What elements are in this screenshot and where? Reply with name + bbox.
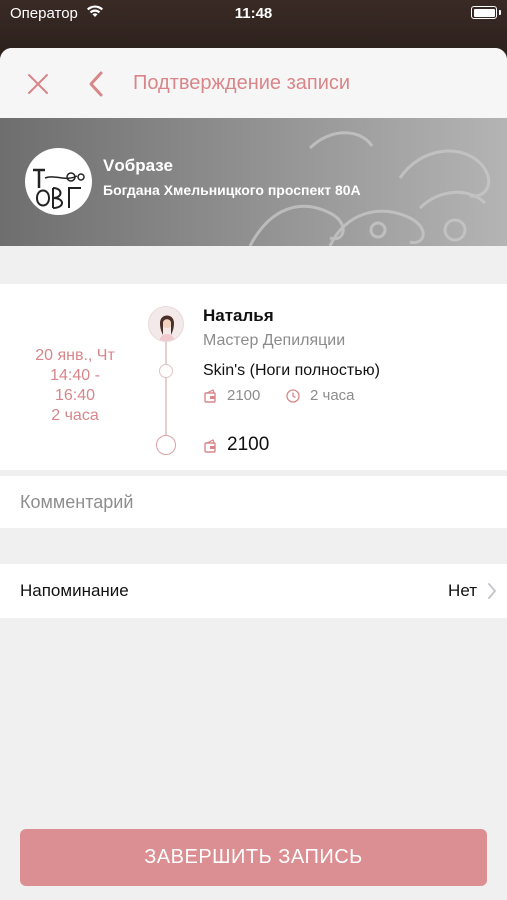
page-title: Подтверждение записи — [133, 72, 351, 94]
reminder-row[interactable]: Напоминание Нет — [0, 564, 507, 618]
close-icon[interactable] — [26, 72, 50, 96]
logo-mark — [33, 168, 85, 209]
appointment-time-to: 16:40 — [54, 387, 96, 404]
avatar — [148, 306, 184, 342]
total-price: 2100 — [227, 434, 270, 455]
chevron-left-icon[interactable] — [86, 70, 106, 98]
comment-row — [0, 476, 507, 528]
clock-icon — [286, 389, 300, 403]
appointment-time-from: 14:40 - — [50, 367, 100, 384]
salon-banner: Vобразе Богдана Хмельницкого проспект 80… — [0, 118, 507, 246]
master-avatar-image — [149, 307, 183, 341]
appointment-datetime: 20 янв., Чт 14:40 - 16:40 2 часа — [10, 346, 140, 426]
reminder-label: Напоминание — [20, 581, 129, 600]
master-role: Мастер Депиляции — [203, 332, 346, 349]
timeline-dot-total — [156, 435, 176, 455]
status-time: 11:48 — [234, 5, 273, 22]
comment-input[interactable] — [20, 476, 490, 528]
reminder-value: Нет — [448, 581, 477, 600]
wallet-icon — [204, 389, 216, 403]
confirmation-sheet: Подтверждение записи Vобразе Богдана Хме… — [0, 48, 507, 900]
salon-logo — [25, 148, 92, 215]
finish-booking-button[interactable]: ЗАВЕРШИТЬ ЗАПИСЬ — [20, 829, 487, 886]
chevron-right-icon — [488, 583, 496, 599]
service-duration: 2 часа — [310, 387, 355, 404]
salon-address: Богдана Хмельницкого проспект 80А — [103, 182, 361, 198]
salon-name: Vобразе — [103, 156, 173, 175]
battery-icon — [471, 6, 497, 19]
status-bar: Оператор 11:48 — [0, 0, 507, 28]
appointment-date: 20 янв., Чт — [35, 347, 115, 364]
appointment-duration: 2 часа — [51, 407, 99, 424]
battery-tip — [499, 10, 501, 15]
timeline-dot-service — [159, 364, 173, 378]
wallet-icon — [204, 439, 216, 453]
appointment-card: 20 янв., Чт 14:40 - 16:40 2 часа Наталья… — [0, 284, 507, 470]
master-name: Наталья — [203, 306, 274, 325]
service-name: Skin's (Ноги полностью) — [203, 362, 380, 379]
nav-bar: Подтверждение записи — [0, 48, 507, 118]
timeline-line — [165, 338, 167, 448]
service-price: 2100 — [227, 387, 261, 404]
